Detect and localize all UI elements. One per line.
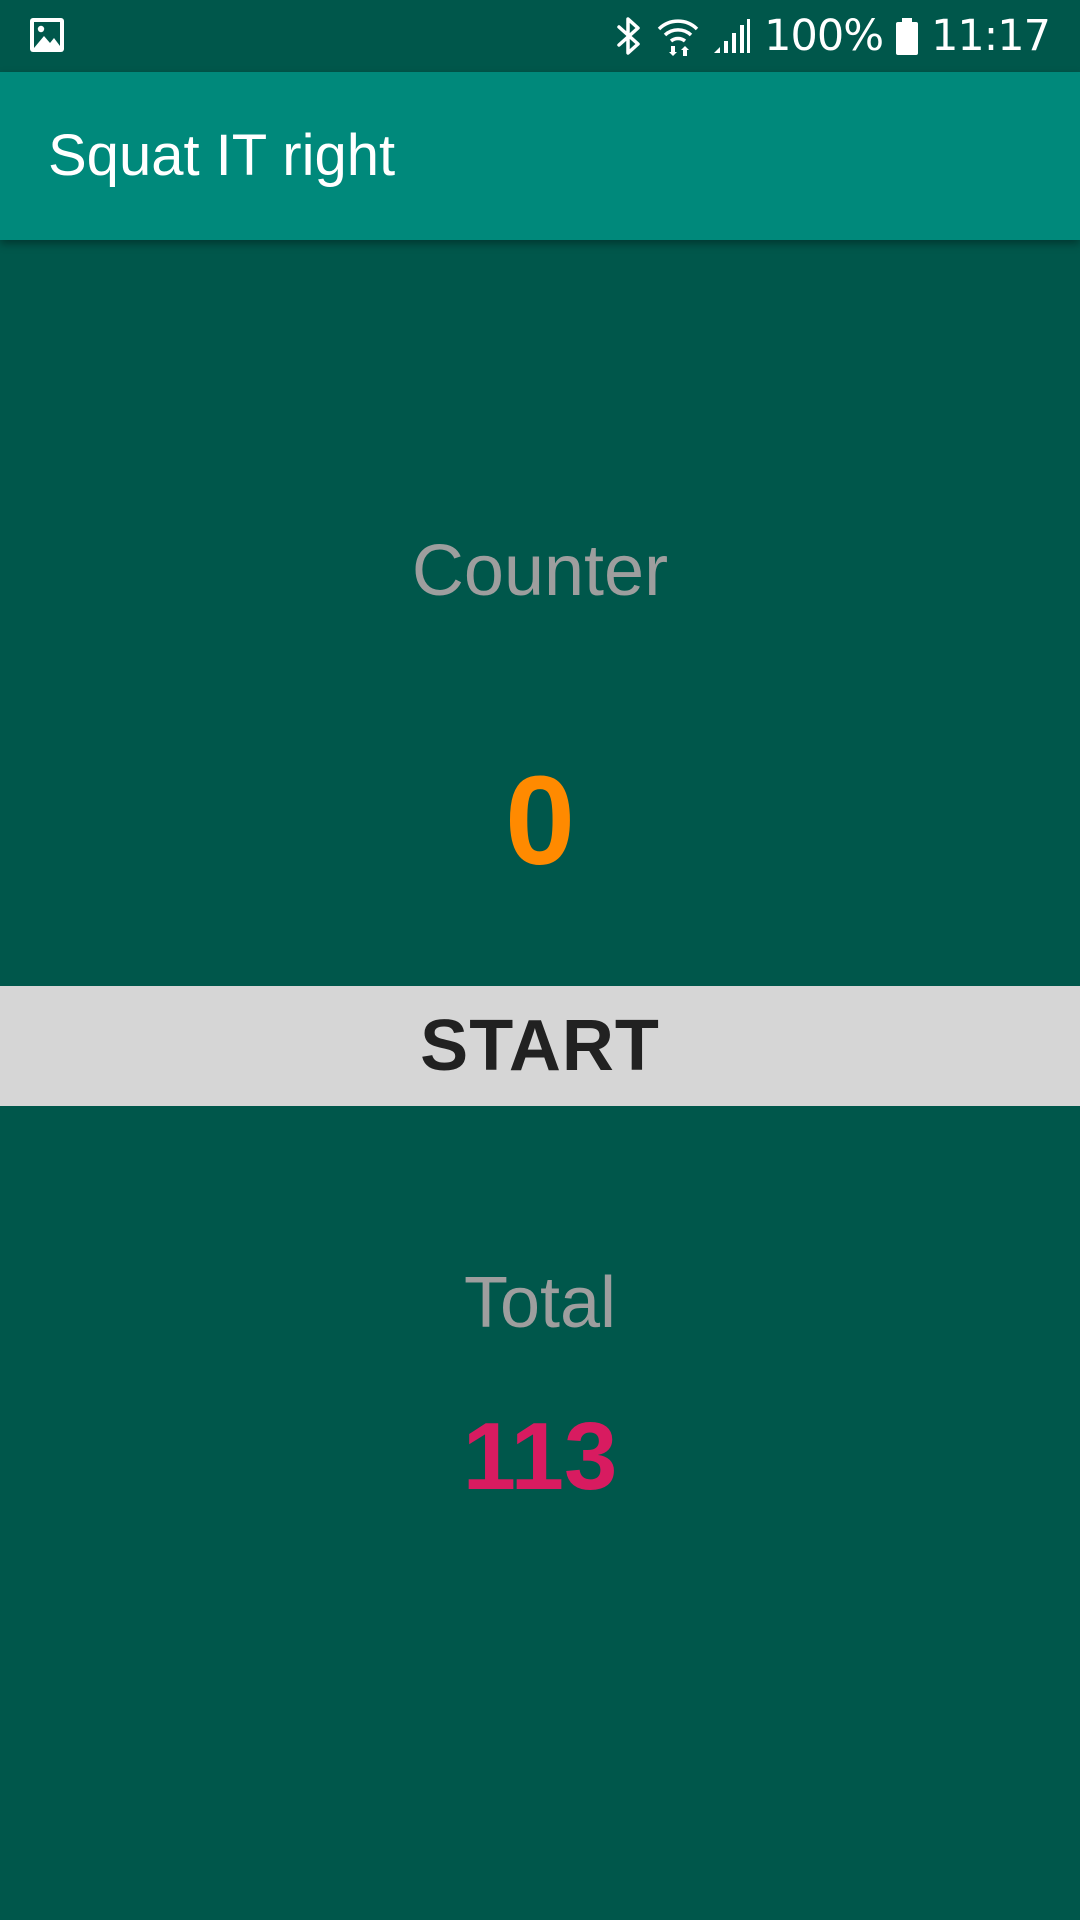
counter-label: Counter <box>411 531 669 611</box>
signal-icon <box>714 19 751 53</box>
battery-percentage: 100% <box>764 11 884 61</box>
wifi-icon <box>657 19 699 56</box>
counter-value: 0 <box>504 750 576 891</box>
start-button[interactable]: START <box>0 986 1080 1106</box>
battery-icon <box>896 18 919 55</box>
status-bar: 100% 11:17 <box>0 0 1080 72</box>
image-notification-icon <box>30 18 64 52</box>
total-label: Total <box>463 1263 617 1343</box>
bluetooth-icon <box>617 17 640 55</box>
app-screen: 100% 11:17 Squat IT right Counter 0 STAR… <box>0 0 1080 1920</box>
clock: 11:17 <box>931 11 1051 61</box>
app-title: Squat IT right <box>48 123 396 188</box>
app-bar: Squat IT right <box>0 72 1080 240</box>
total-value: 113 <box>462 1403 618 1510</box>
status-icons: 100% 11:17 <box>614 0 1051 72</box>
